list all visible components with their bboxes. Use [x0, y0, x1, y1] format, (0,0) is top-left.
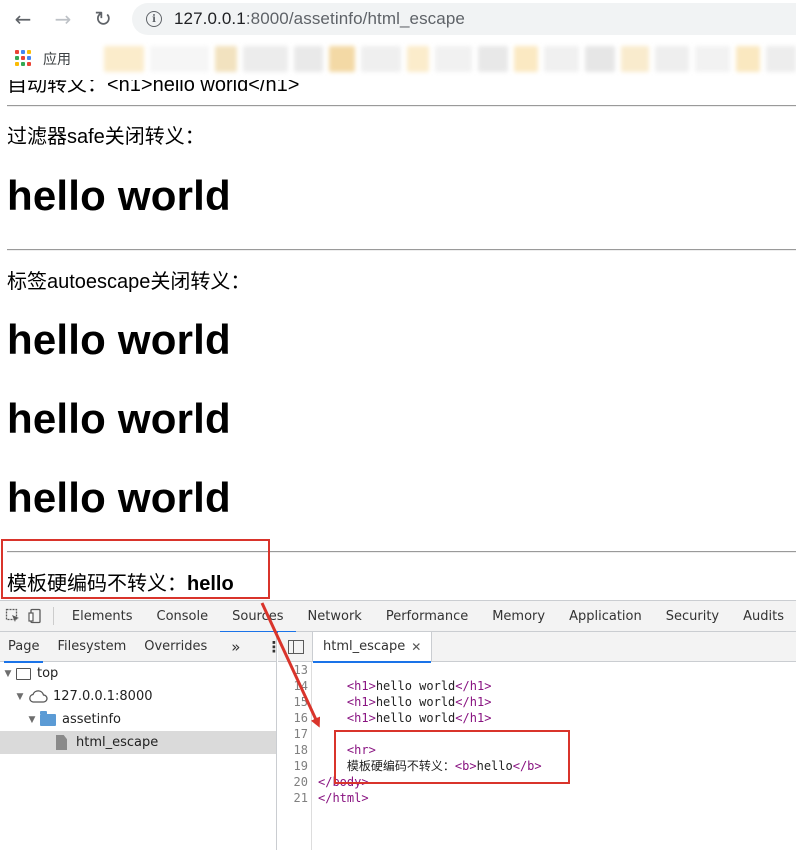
toggle-navigator-icon[interactable] — [288, 639, 304, 654]
tab-elements[interactable]: Elements — [60, 601, 145, 632]
line-number[interactable]: 14 — [278, 678, 308, 694]
code-text: <h1>hello world</h1> — [346, 679, 492, 693]
code-text: <h1>hello world</h1> — [346, 695, 492, 709]
code-text: </html> — [318, 791, 369, 805]
expand-triangle-icon[interactable]: ▼ — [14, 692, 26, 702]
forward-arrow-icon[interactable]: → — [48, 4, 78, 34]
line-number[interactable]: 18 — [278, 742, 308, 758]
horizontal-rule — [7, 105, 796, 107]
subtab-filesystem[interactable]: Filesystem — [49, 632, 134, 662]
tab-separator — [53, 607, 54, 625]
tab-application[interactable]: Application — [557, 601, 654, 632]
browser-toolbar: ← → ↻ i 127.0.0.1:8000/assetinfo/html_es… — [0, 0, 796, 38]
page-content: 自动转义：<h1>hello world</h1> 过滤器safe关闭转义： h… — [0, 80, 796, 600]
code-text: <h1>hello world</h1> — [346, 711, 492, 725]
line-number[interactable]: 16 — [278, 710, 308, 726]
reload-icon[interactable]: ↻ — [88, 4, 118, 34]
subtab-page[interactable]: Page — [0, 632, 47, 663]
autoescape-label: 标签autoescape关闭转义： — [7, 271, 251, 293]
cloud-icon — [29, 690, 48, 703]
expand-triangle-icon[interactable]: ▼ — [26, 715, 38, 725]
tree-item-folder[interactable]: ▼ assetinfo — [0, 708, 276, 731]
line-number[interactable]: 21 — [278, 790, 308, 806]
tree-item-top[interactable]: ▼ top — [0, 662, 276, 685]
tab-sources[interactable]: Sources — [220, 601, 296, 633]
more-tabs-icon[interactable]: » — [223, 632, 248, 662]
line-number[interactable]: 20 — [278, 774, 308, 790]
tree-item-file[interactable]: html_escape — [0, 731, 276, 754]
apps-grid-icon[interactable] — [15, 50, 33, 68]
tab-audits[interactable]: Audits — [731, 601, 796, 632]
line-number[interactable]: 15 — [278, 694, 308, 710]
frame-icon — [16, 667, 31, 680]
tab-performance[interactable]: Performance — [374, 601, 480, 632]
file-icon — [56, 735, 67, 750]
folder-icon — [40, 710, 56, 726]
back-arrow-icon[interactable]: ← — [8, 4, 38, 34]
address-bar[interactable]: i 127.0.0.1:8000/assetinfo/html_escape — [132, 3, 796, 35]
tree-label-top: top — [37, 666, 59, 681]
device-toolbar-icon[interactable] — [25, 601, 48, 632]
line-number[interactable]: 13 — [278, 662, 308, 678]
editor-file-tab[interactable]: html_escape ✕ — [312, 631, 433, 663]
tab-network[interactable]: Network — [296, 601, 374, 632]
annotation-box-source — [334, 730, 570, 784]
tab-memory[interactable]: Memory — [480, 601, 557, 632]
url-host: 127.0.0.1 — [174, 9, 246, 28]
url-port: :8000 — [245, 9, 289, 28]
file-tree: ▼ top ▼ 127.0.0.1:8000 ▼ assetinfo html_… — [0, 662, 276, 754]
apps-label[interactable]: 应用 — [43, 49, 71, 69]
devtools-panel: Elements Console Sources Network Perform… — [0, 600, 796, 850]
info-icon[interactable]: i — [146, 11, 162, 27]
safe-filter-label: 过滤器safe关闭转义： — [7, 126, 205, 148]
annotation-box-page — [1, 539, 270, 599]
blurred-bookmarks — [88, 46, 796, 72]
tab-security[interactable]: Security — [654, 601, 731, 632]
devtools-tabbar: Elements Console Sources Network Perform… — [0, 601, 796, 633]
url-path: /assetinfo/html_escape — [288, 9, 465, 28]
editor-file-tab-label: html_escape — [323, 639, 406, 654]
close-icon[interactable]: ✕ — [411, 640, 421, 654]
editor-tabbar: html_escape ✕ — [278, 631, 796, 663]
heading-hello-world: hello world — [7, 474, 231, 521]
inspect-element-icon[interactable] — [2, 601, 25, 632]
navigator-subtabs: Page Filesystem Overrides » ⋮ — [0, 632, 281, 663]
tree-item-host[interactable]: ▼ 127.0.0.1:8000 — [0, 685, 276, 708]
subtab-overrides[interactable]: Overrides — [136, 632, 215, 662]
tree-label-host: 127.0.0.1:8000 — [53, 689, 153, 704]
sources-navigator: Page Filesystem Overrides » ⋮ ▼ top ▼ 12… — [0, 632, 281, 850]
bookmarks-bar: 应用 — [0, 38, 796, 80]
heading-hello-world: hello world — [7, 316, 231, 363]
horizontal-rule — [7, 249, 796, 251]
tree-label-folder: assetinfo — [62, 712, 121, 727]
heading-hello-world: hello world — [7, 172, 231, 219]
line-number[interactable]: 19 — [278, 758, 308, 774]
autoescape-line-cut: 自动转义：<h1>hello world</h1> — [7, 80, 300, 96]
tree-label-file: html_escape — [76, 735, 159, 750]
expand-triangle-icon[interactable]: ▼ — [2, 669, 14, 679]
heading-hello-world: hello world — [7, 395, 231, 442]
url-text[interactable]: 127.0.0.1:8000/assetinfo/html_escape — [174, 9, 465, 29]
tab-console[interactable]: Console — [145, 601, 221, 632]
line-number[interactable]: 17 — [278, 726, 308, 742]
